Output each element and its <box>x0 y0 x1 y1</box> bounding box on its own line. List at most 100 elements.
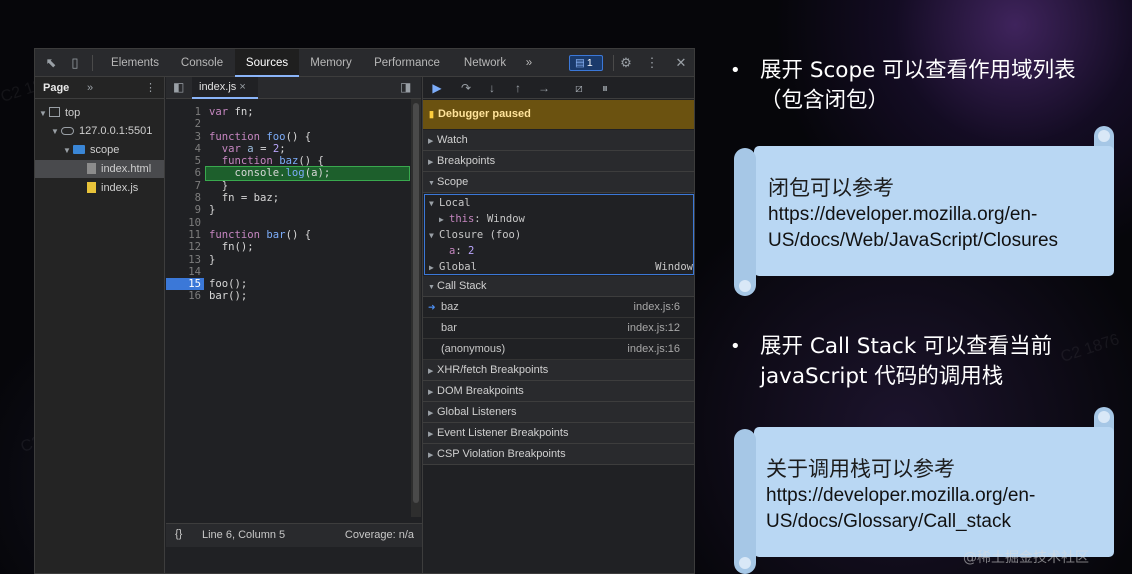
code-line[interactable]: 1 var fn; <box>166 106 421 118</box>
line-number[interactable]: 2 <box>166 118 204 130</box>
coverage-status[interactable]: Coverage: n/a <box>345 529 414 541</box>
kebab-menu-icon[interactable]: ⋮ <box>644 55 660 71</box>
step-into-icon[interactable]: ↓ <box>484 80 500 96</box>
step-out-icon[interactable]: ↑ <box>510 80 526 96</box>
code-line[interactable]: 7 } <box>166 180 421 192</box>
scope-label: Closure (foo) <box>439 229 522 241</box>
tree-item-scope-folder[interactable]: ▼ scope <box>63 141 119 159</box>
expand-triangle-icon: ▼ <box>51 127 59 136</box>
code-line[interactable]: 3 function foo() { <box>166 131 421 143</box>
code-line[interactable]: 8 fn = baz; <box>166 192 421 204</box>
tab-performance[interactable]: Performance <box>365 49 449 77</box>
tree-item-index-js[interactable]: index.js <box>87 179 138 197</box>
scope-var-a[interactable]: a: 2 <box>449 243 474 259</box>
scope-value: Window <box>486 213 525 225</box>
collapsed-triangle-icon: ▶ <box>428 452 434 459</box>
site-watermark: @稀土掘金技术社区 <box>963 550 1089 566</box>
step-over-icon[interactable]: ↷ <box>458 80 474 96</box>
section-label: Call Stack <box>437 280 487 292</box>
code-line[interactable]: 14 <box>166 266 421 278</box>
code-line[interactable]: 4 var a = 2; <box>166 143 421 155</box>
tab-elements[interactable]: Elements <box>102 49 168 77</box>
inspect-element-icon[interactable]: ⬉ <box>43 55 59 71</box>
line-number[interactable]: 16 <box>166 290 204 302</box>
code-line[interactable]: 2 <box>166 118 421 130</box>
close-icon[interactable]: ✕ <box>673 55 689 71</box>
tree-item-host[interactable]: ▼ 127.0.0.1:5501 <box>51 122 152 140</box>
tab-network[interactable]: Network <box>453 49 517 77</box>
expanded-triangle-icon: ▼ <box>429 199 434 208</box>
close-tab-icon[interactable]: × <box>239 81 245 93</box>
tree-item-index-html[interactable]: index.html <box>35 160 164 178</box>
line-number[interactable]: 10 <box>166 217 204 229</box>
section-label: XHR/fetch Breakpoints <box>437 364 549 376</box>
resume-icon[interactable]: ▶ <box>429 80 445 96</box>
navigator-tab-page[interactable]: Page <box>43 79 69 97</box>
execution-line[interactable]: 6 console.log(a); <box>166 166 421 181</box>
section-breakpoints[interactable]: ▶ Breakpoints <box>423 151 694 172</box>
tab-console[interactable]: Console <box>169 49 235 77</box>
code-line[interactable]: 16 bar(); <box>166 290 421 302</box>
code-line[interactable]: 13} <box>166 254 421 266</box>
code-line[interactable]: 11 function bar() { <box>166 229 421 241</box>
line-number[interactable]: 1 <box>166 106 204 118</box>
scrollbar-thumb[interactable] <box>413 103 419 503</box>
section-xhr-breakpoints[interactable]: ▶ XHR/fetch Breakpoints <box>423 360 694 381</box>
line-number[interactable]: 4 <box>166 143 204 155</box>
toggle-debugger-icon[interactable]: ◨ <box>400 80 411 94</box>
scope-closure[interactable]: ▼ Closure (foo) <box>429 227 521 243</box>
editor-scrollbar[interactable] <box>411 99 421 517</box>
call-frame[interactable]: (anonymous) index.js:16 <box>423 339 694 360</box>
pause-on-exceptions-icon[interactable]: ⏸ <box>597 80 613 96</box>
expanded-triangle-icon: ▼ <box>428 284 435 291</box>
line-number[interactable]: 5 <box>166 155 204 167</box>
section-scope[interactable]: ▼ Scope <box>423 172 694 193</box>
tab-memory[interactable]: Memory <box>301 49 361 77</box>
frame-location[interactable]: index.js:6 <box>634 297 680 318</box>
code-line[interactable]: 9} <box>166 204 421 216</box>
line-number[interactable]: 9 <box>166 204 204 216</box>
device-toolbar-icon[interactable]: ▯ <box>67 55 83 71</box>
line-number[interactable]: 6 <box>166 167 204 179</box>
card-link[interactable]: https://developer.mozilla.org/en-US/docs… <box>768 202 1108 254</box>
file-tab-index-js[interactable]: index.js × <box>192 77 258 99</box>
section-csp-breakpoints[interactable]: ▶ CSP Violation Breakpoints <box>423 444 694 465</box>
devtools-window: ⬉ ▯ Elements Console Sources Memory Perf… <box>34 48 695 574</box>
code-line[interactable]: 10 <box>166 217 421 229</box>
line-number[interactable]: 14 <box>166 266 204 278</box>
code-line[interactable]: 5 function baz() { <box>166 155 421 167</box>
scope-global[interactable]: ▶ Global Window <box>429 259 693 275</box>
line-number[interactable]: 3 <box>166 131 204 143</box>
line-number[interactable]: 7 <box>166 180 204 192</box>
section-global-listeners[interactable]: ▶ Global Listeners <box>423 402 694 423</box>
breakpoint-line-number[interactable]: 15 <box>166 278 204 291</box>
messages-badge[interactable]: ▤ 1 <box>569 55 603 71</box>
section-dom-breakpoints[interactable]: ▶ DOM Breakpoints <box>423 381 694 402</box>
scope-this[interactable]: ▶ this: Window <box>439 211 525 227</box>
deactivate-breakpoints-icon[interactable]: ⧄ <box>571 80 587 96</box>
kebab-menu-icon[interactable]: ⋮ <box>145 79 156 97</box>
frame-location[interactable]: index.js:12 <box>627 318 680 339</box>
tree-item-top[interactable]: ▼ top <box>39 104 80 122</box>
section-event-listener-breakpoints[interactable]: ▶ Event Listener Breakpoints <box>423 423 694 444</box>
line-number[interactable]: 11 <box>166 229 204 241</box>
scope-local[interactable]: ▼ Local <box>429 195 471 211</box>
call-frame[interactable]: ➜ baz index.js:6 <box>423 297 694 318</box>
code-line[interactable]: 15 foo(); <box>166 278 421 291</box>
section-call-stack[interactable]: ▼ Call Stack <box>423 276 694 297</box>
code-line[interactable]: 12 fn(); <box>166 241 421 253</box>
gear-icon[interactable]: ⚙ <box>618 55 634 71</box>
card-link[interactable]: https://developer.mozilla.org/en-US/docs… <box>766 483 1106 535</box>
frame-location[interactable]: index.js:16 <box>627 339 680 360</box>
section-watch[interactable]: ▶ Watch <box>423 130 694 151</box>
tab-sources[interactable]: Sources <box>235 49 299 77</box>
navigator-more-button[interactable]: » <box>87 79 93 97</box>
call-frame[interactable]: bar index.js:12 <box>423 318 694 339</box>
more-tabs-button[interactable]: » <box>519 49 539 77</box>
pretty-print-button[interactable]: {} <box>175 528 182 540</box>
line-number[interactable]: 12 <box>166 241 204 253</box>
line-number[interactable]: 8 <box>166 192 204 204</box>
line-number[interactable]: 13 <box>166 254 204 266</box>
step-icon[interactable]: → <box>536 80 552 96</box>
toggle-navigator-icon[interactable]: ◧ <box>173 80 184 94</box>
